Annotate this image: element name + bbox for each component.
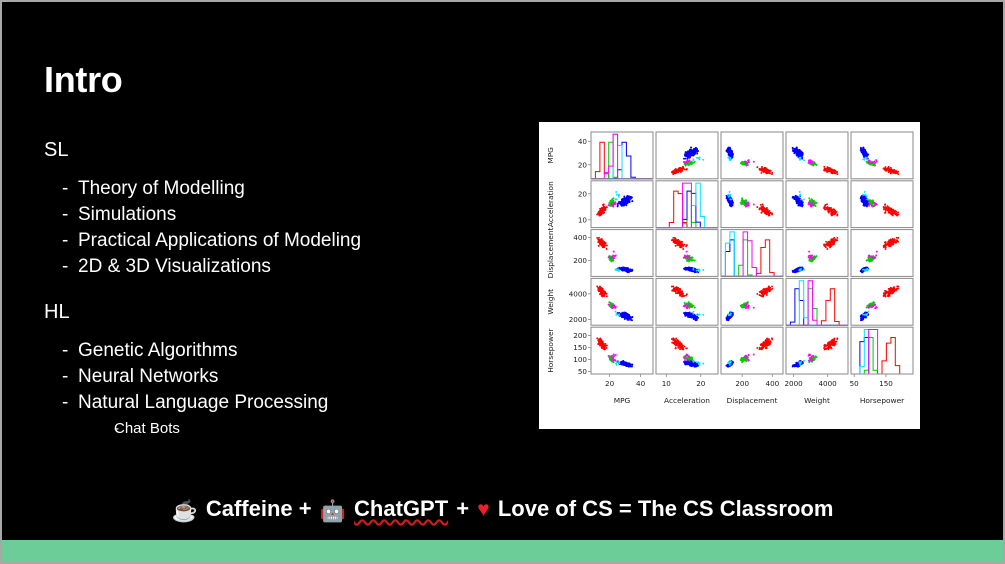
footer-tagline: ☕ Caffeine + 🤖 ChatGPT + ♥ Love of CS = … xyxy=(2,492,1003,529)
list-item-label: Practical Applications of Modeling xyxy=(78,230,362,251)
section-label-sl: SL xyxy=(44,139,69,161)
list-item-label: Natural Language Processing xyxy=(78,392,329,413)
footer-text-caffeine: Caffeine + xyxy=(205,496,312,521)
sub-bullet-list: - Chat Bots xyxy=(44,418,504,439)
list-item-label: Chat Bots xyxy=(114,420,180,437)
list-item-label: Theory of Modelling xyxy=(78,178,245,199)
page-title: Intro xyxy=(44,59,123,100)
accent-strip xyxy=(2,540,1003,562)
list-item: - Theory of Modelling xyxy=(44,176,504,202)
footer-text-love: Love of CS = The CS Classroom xyxy=(497,496,834,521)
list-item-label: Genetic Algorithms xyxy=(78,340,238,361)
list-item: - Neural Networks xyxy=(44,364,504,390)
list-item: - Simulations xyxy=(44,202,504,228)
coffee-icon: ☕ xyxy=(171,500,198,523)
bullet-list-sl: - Theory of Modelling - Simulations - Pr… xyxy=(44,176,504,280)
bullet-marker: - xyxy=(62,178,69,199)
content-column: SL - Theory of Modelling - Simulations -… xyxy=(44,138,504,439)
bullet-marker: - xyxy=(62,392,69,413)
list-item: - 2D & 3D Visualizations xyxy=(44,254,504,280)
bullet-marker: - xyxy=(62,366,69,387)
list-item-label: Simulations xyxy=(78,204,177,225)
bullet-marker: - xyxy=(114,420,119,437)
presentation-slide: Intro SL - Theory of Modelling - Simulat… xyxy=(0,0,1005,564)
heart-icon: ♥ xyxy=(477,498,490,521)
list-item: - Practical Applications of Modeling xyxy=(44,228,504,254)
bullet-marker: - xyxy=(62,256,69,277)
bullet-marker: - xyxy=(62,204,69,225)
section-label-hl: HL xyxy=(44,301,70,323)
bullet-marker: - xyxy=(62,230,69,251)
list-item-label: 2D & 3D Visualizations xyxy=(78,256,271,277)
list-item: - Chat Bots xyxy=(44,418,504,439)
list-item-label: Neural Networks xyxy=(78,366,219,387)
robot-icon: 🤖 xyxy=(319,500,346,523)
list-item: - Genetic Algorithms xyxy=(44,338,504,364)
bullet-list-hl: - Genetic Algorithms - Neural Networks -… xyxy=(44,338,504,439)
list-item: - Natural Language Processing xyxy=(44,390,504,416)
footer-text-plus: + xyxy=(456,496,470,521)
scatter-plot-matrix-figure: 20 40 MPG 10 20 Acceleration 200 400 Displacemen… xyxy=(539,122,920,429)
footer-text-chatgpt: ChatGPT xyxy=(354,496,449,521)
bullet-marker: - xyxy=(62,340,69,361)
splom-svg: 2040MPG1020Acceleration200400Displacemen… xyxy=(546,131,914,405)
